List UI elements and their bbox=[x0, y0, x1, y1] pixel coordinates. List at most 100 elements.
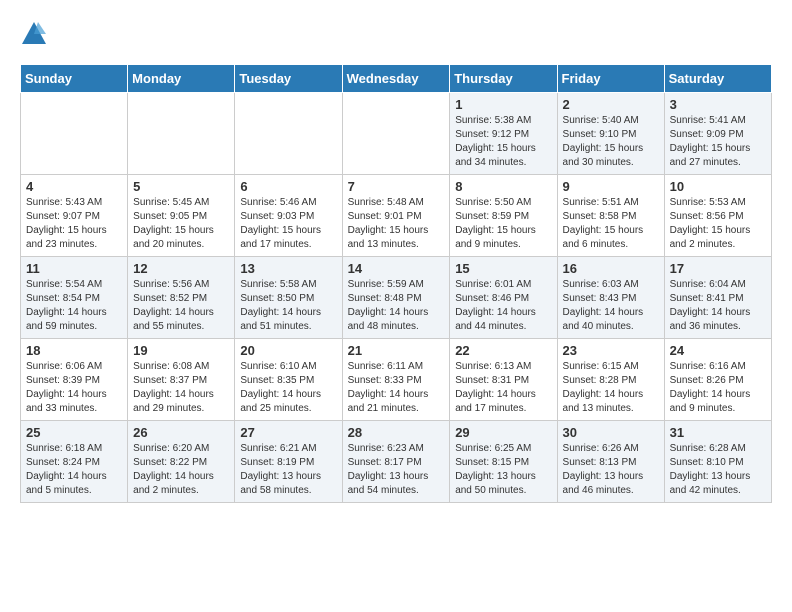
calendar-cell: 27Sunrise: 6:21 AM Sunset: 8:19 PM Dayli… bbox=[235, 421, 342, 503]
day-info: Sunrise: 5:54 AM Sunset: 8:54 PM Dayligh… bbox=[26, 278, 122, 334]
day-number: 14 bbox=[348, 261, 445, 276]
day-info: Sunrise: 5:53 AM Sunset: 8:56 PM Dayligh… bbox=[670, 196, 766, 252]
calendar-cell bbox=[235, 93, 342, 175]
calendar-cell: 15 Sunrise: 6:01 AM Sunset: 8:46 PM Dayli… bbox=[450, 257, 557, 339]
day-number: 21 bbox=[348, 343, 445, 358]
day-number: 1 bbox=[455, 97, 551, 112]
calendar-cell: 25 Sunrise: 6:18 AM Sunset: 8:24 PM Dayli… bbox=[21, 421, 128, 503]
logo bbox=[20, 20, 52, 48]
day-number: 31 bbox=[670, 425, 766, 440]
weekday-header: Thursday bbox=[450, 65, 557, 93]
calendar-week-row: 1 Sunrise: 5:38 AM Sunset: 9:12 PM Daylig… bbox=[21, 93, 772, 175]
calendar-cell: 3 Sunrise: 5:41 AM Sunset: 9:09 PM Daylig… bbox=[664, 93, 771, 175]
day-info: Sunrise: 6:26 AM Sunset: 8:13 PM Dayligh… bbox=[563, 442, 659, 498]
day-info: Sunrise: 6:25 AM Sunset: 8:15 PM Dayligh… bbox=[455, 442, 551, 498]
day-info: Sunrise: 5:43 AM Sunset: 9:07 PM Dayligh… bbox=[26, 196, 122, 252]
day-info: Sunrise: 5:40 AM Sunset: 9:10 PM Dayligh… bbox=[563, 114, 659, 170]
day-number: 13 bbox=[240, 261, 336, 276]
calendar-cell: 4Sunrise: 5:43 AM Sunset: 9:07 PM Daylig… bbox=[21, 175, 128, 257]
calendar-cell: 19Sunrise: 6:08 AM Sunset: 8:37 PM Dayli… bbox=[128, 339, 235, 421]
day-number: 15 bbox=[455, 261, 551, 276]
day-number: 6 bbox=[240, 179, 336, 194]
day-info: Sunrise: 5:51 AM Sunset: 8:58 PM Dayligh… bbox=[563, 196, 659, 252]
day-number: 12 bbox=[133, 261, 229, 276]
day-number: 5 bbox=[133, 179, 229, 194]
weekday-header: Wednesday bbox=[342, 65, 450, 93]
day-info: Sunrise: 6:08 AM Sunset: 8:37 PM Dayligh… bbox=[133, 360, 229, 416]
day-info: Sunrise: 6:18 AM Sunset: 8:24 PM Dayligh… bbox=[26, 442, 122, 498]
day-number: 11 bbox=[26, 261, 122, 276]
day-number: 7 bbox=[348, 179, 445, 194]
day-number: 25 bbox=[26, 425, 122, 440]
calendar-cell: 17 Sunrise: 6:04 AM Sunset: 8:41 PM Dayli… bbox=[664, 257, 771, 339]
day-info: Sunrise: 6:20 AM Sunset: 8:22 PM Dayligh… bbox=[133, 442, 229, 498]
day-info: Sunrise: 5:48 AM Sunset: 9:01 PM Dayligh… bbox=[348, 196, 445, 252]
calendar-cell: 21 Sunrise: 6:11 AM Sunset: 8:33 PM Dayli… bbox=[342, 339, 450, 421]
day-info: Sunrise: 5:58 AM Sunset: 8:50 PM Dayligh… bbox=[240, 278, 336, 334]
day-number: 28 bbox=[348, 425, 445, 440]
calendar-cell: 6 Sunrise: 5:46 AM Sunset: 9:03 PM Daylig… bbox=[235, 175, 342, 257]
day-number: 20 bbox=[240, 343, 336, 358]
weekday-header: Tuesday bbox=[235, 65, 342, 93]
day-info: Sunrise: 6:06 AM Sunset: 8:39 PM Dayligh… bbox=[26, 360, 122, 416]
day-number: 26 bbox=[133, 425, 229, 440]
day-info: Sunrise: 5:50 AM Sunset: 8:59 PM Dayligh… bbox=[455, 196, 551, 252]
day-info: Sunrise: 6:13 AM Sunset: 8:31 PM Dayligh… bbox=[455, 360, 551, 416]
calendar-cell: 14Sunrise: 5:59 AM Sunset: 8:48 PM Dayli… bbox=[342, 257, 450, 339]
calendar-week-row: 11 Sunrise: 5:54 AM Sunset: 8:54 PM Dayli… bbox=[21, 257, 772, 339]
calendar-cell: 1 Sunrise: 5:38 AM Sunset: 9:12 PM Daylig… bbox=[450, 93, 557, 175]
calendar-cell: 20 Sunrise: 6:10 AM Sunset: 8:35 PM Dayli… bbox=[235, 339, 342, 421]
calendar-cell: 26 Sunrise: 6:20 AM Sunset: 8:22 PM Dayli… bbox=[128, 421, 235, 503]
day-info: Sunrise: 6:16 AM Sunset: 8:26 PM Dayligh… bbox=[670, 360, 766, 416]
day-info: Sunrise: 5:38 AM Sunset: 9:12 PM Dayligh… bbox=[455, 114, 551, 170]
calendar-week-row: 18 Sunrise: 6:06 AM Sunset: 8:39 PM Dayli… bbox=[21, 339, 772, 421]
calendar-cell: 29 Sunrise: 6:25 AM Sunset: 8:15 PM Dayli… bbox=[450, 421, 557, 503]
day-info: Sunrise: 6:10 AM Sunset: 8:35 PM Dayligh… bbox=[240, 360, 336, 416]
calendar-week-row: 25 Sunrise: 6:18 AM Sunset: 8:24 PM Dayli… bbox=[21, 421, 772, 503]
day-number: 9 bbox=[563, 179, 659, 194]
day-number: 29 bbox=[455, 425, 551, 440]
calendar-cell: 31 Sunrise: 6:28 AM Sunset: 8:10 PM Dayli… bbox=[664, 421, 771, 503]
calendar-cell: 8 Sunrise: 5:50 AM Sunset: 8:59 PM Daylig… bbox=[450, 175, 557, 257]
day-number: 8 bbox=[455, 179, 551, 194]
day-number: 3 bbox=[670, 97, 766, 112]
calendar-cell: 5 Sunrise: 5:45 AM Sunset: 9:05 PM Daylig… bbox=[128, 175, 235, 257]
day-info: Sunrise: 5:41 AM Sunset: 9:09 PM Dayligh… bbox=[670, 114, 766, 170]
calendar-cell: 23Sunrise: 6:15 AM Sunset: 8:28 PM Dayli… bbox=[557, 339, 664, 421]
logo-icon bbox=[20, 20, 48, 48]
calendar-cell: 12Sunrise: 5:56 AM Sunset: 8:52 PM Dayli… bbox=[128, 257, 235, 339]
calendar-cell bbox=[342, 93, 450, 175]
day-number: 18 bbox=[26, 343, 122, 358]
weekday-header: Monday bbox=[128, 65, 235, 93]
weekday-header: Saturday bbox=[664, 65, 771, 93]
day-number: 17 bbox=[670, 261, 766, 276]
calendar-week-row: 4Sunrise: 5:43 AM Sunset: 9:07 PM Daylig… bbox=[21, 175, 772, 257]
calendar-cell: 13 Sunrise: 5:58 AM Sunset: 8:50 PM Dayli… bbox=[235, 257, 342, 339]
day-info: Sunrise: 6:28 AM Sunset: 8:10 PM Dayligh… bbox=[670, 442, 766, 498]
calendar-cell: 16Sunrise: 6:03 AM Sunset: 8:43 PM Dayli… bbox=[557, 257, 664, 339]
day-info: Sunrise: 6:01 AM Sunset: 8:46 PM Dayligh… bbox=[455, 278, 551, 334]
day-info: Sunrise: 5:45 AM Sunset: 9:05 PM Dayligh… bbox=[133, 196, 229, 252]
calendar-cell: 9 Sunrise: 5:51 AM Sunset: 8:58 PM Daylig… bbox=[557, 175, 664, 257]
calendar-cell bbox=[21, 93, 128, 175]
calendar-table: SundayMondayTuesdayWednesdayThursdayFrid… bbox=[20, 64, 772, 503]
calendar-cell: 18 Sunrise: 6:06 AM Sunset: 8:39 PM Dayli… bbox=[21, 339, 128, 421]
day-number: 2 bbox=[563, 97, 659, 112]
calendar-cell bbox=[128, 93, 235, 175]
calendar-header-row: SundayMondayTuesdayWednesdayThursdayFrid… bbox=[21, 65, 772, 93]
day-info: Sunrise: 6:21 AM Sunset: 8:19 PM Dayligh… bbox=[240, 442, 336, 498]
day-number: 16 bbox=[563, 261, 659, 276]
calendar-cell: 2 Sunrise: 5:40 AM Sunset: 9:10 PM Daylig… bbox=[557, 93, 664, 175]
calendar-cell: 24 Sunrise: 6:16 AM Sunset: 8:26 PM Dayli… bbox=[664, 339, 771, 421]
day-number: 24 bbox=[670, 343, 766, 358]
day-info: Sunrise: 6:11 AM Sunset: 8:33 PM Dayligh… bbox=[348, 360, 445, 416]
page-header bbox=[20, 20, 772, 48]
calendar-cell: 30Sunrise: 6:26 AM Sunset: 8:13 PM Dayli… bbox=[557, 421, 664, 503]
calendar-cell: 28Sunrise: 6:23 AM Sunset: 8:17 PM Dayli… bbox=[342, 421, 450, 503]
day-info: Sunrise: 6:04 AM Sunset: 8:41 PM Dayligh… bbox=[670, 278, 766, 334]
weekday-header: Sunday bbox=[21, 65, 128, 93]
calendar-cell: 22 Sunrise: 6:13 AM Sunset: 8:31 PM Dayli… bbox=[450, 339, 557, 421]
day-number: 22 bbox=[455, 343, 551, 358]
day-info: Sunrise: 5:46 AM Sunset: 9:03 PM Dayligh… bbox=[240, 196, 336, 252]
calendar-cell: 7 Sunrise: 5:48 AM Sunset: 9:01 PM Daylig… bbox=[342, 175, 450, 257]
